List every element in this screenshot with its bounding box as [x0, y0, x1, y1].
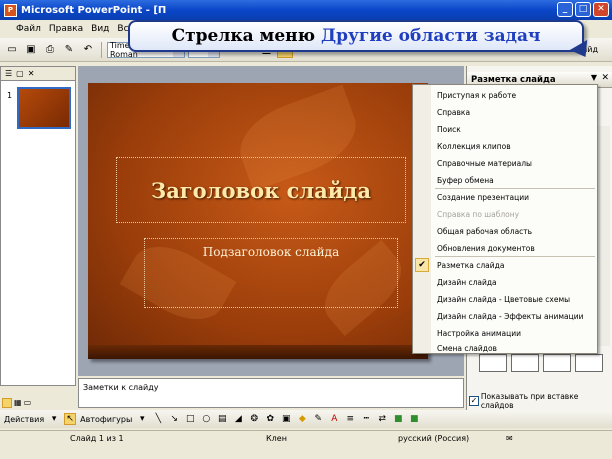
- menu-file[interactable]: Файл: [16, 24, 41, 34]
- minimize-button[interactable]: _: [557, 2, 573, 17]
- new-document-icon[interactable]: ▭: [4, 42, 20, 58]
- layout-option[interactable]: [511, 354, 539, 372]
- wordart-icon[interactable]: ◢: [232, 413, 244, 425]
- oval-icon[interactable]: ○: [200, 413, 212, 425]
- menu-item-new-presentation[interactable]: Создание презентации: [431, 189, 597, 205]
- dash-style-icon[interactable]: ┅: [360, 413, 372, 425]
- task-pane-scrollbar[interactable]: [596, 126, 610, 346]
- drawing-toolbar: Действия ▾ ↖ Автофигуры ▾ ╲ ↘ □ ○ ▤ ◢ ❂ …: [0, 410, 612, 428]
- show-on-insert-option[interactable]: ✓ Показывать при вставке слайдов: [469, 392, 612, 410]
- powerpoint-window: P Microsoft PowerPoint - [П _ □ ✕ Файл П…: [0, 0, 612, 459]
- chevron-down-icon[interactable]: ▾: [48, 413, 60, 425]
- view-buttons: ▦ ▭: [2, 398, 31, 408]
- pane-tabs: ☰ ▢ ✕: [1, 67, 75, 81]
- menu-item-research[interactable]: Справочные материалы: [431, 155, 597, 171]
- normal-view-icon[interactable]: [2, 398, 12, 408]
- callout-annotation: Стрелка меню Другие области задач: [128, 20, 584, 52]
- diagram-icon[interactable]: ❂: [248, 413, 260, 425]
- callout-highlight: Другие области задач: [321, 26, 541, 46]
- menu-item-slide-layout[interactable]: Разметка слайда: [431, 257, 597, 273]
- slides-tab-icon[interactable]: ▢: [16, 69, 24, 78]
- powerpoint-app-icon[interactable]: P: [4, 3, 17, 17]
- spelling-status-icon[interactable]: ✉: [506, 434, 513, 443]
- slide-sorter-icon[interactable]: ▦: [14, 398, 22, 408]
- close-icon[interactable]: ✕: [601, 73, 609, 83]
- actions-menu[interactable]: Действия: [4, 415, 44, 424]
- status-language: русский (Россия): [398, 434, 470, 443]
- close-button[interactable]: ✕: [593, 2, 609, 17]
- layout-option[interactable]: [479, 354, 507, 372]
- menu-item-template-help: Справка по шаблону: [437, 209, 520, 219]
- status-slide-info: Слайд 1 из 1: [70, 434, 124, 443]
- menu-item-document-updates[interactable]: Обновления документов: [431, 240, 597, 256]
- window-controls: _ □ ✕: [557, 2, 609, 17]
- menu-item-shared-workspace[interactable]: Общая рабочая область: [431, 223, 597, 239]
- arrow-icon[interactable]: ↘: [168, 413, 180, 425]
- show-on-insert-checkbox[interactable]: ✓: [469, 396, 479, 406]
- format-painter-icon[interactable]: ✎: [61, 42, 77, 58]
- layout-option[interactable]: [543, 354, 571, 372]
- slide-canvas[interactable]: Заголовок слайда Подзаголовок слайда: [88, 83, 428, 359]
- menu-item-search[interactable]: Поиск: [431, 121, 597, 137]
- notes-placeholder: Заметки к слайду: [83, 383, 159, 392]
- save-icon[interactable]: ▣: [23, 42, 39, 58]
- menu-view[interactable]: Вид: [91, 24, 109, 34]
- undo-icon[interactable]: ↶: [80, 42, 96, 58]
- slide-title-placeholder[interactable]: Заголовок слайда: [116, 157, 406, 223]
- menu-item-help[interactable]: Справка: [431, 104, 597, 120]
- line-color-icon[interactable]: ✎: [312, 413, 324, 425]
- menu-item-slide-design-animation-schemes[interactable]: Дизайн слайда - Эффекты анимации: [431, 308, 597, 324]
- 3d-icon[interactable]: ■: [408, 413, 420, 425]
- textbox-icon[interactable]: ▤: [216, 413, 228, 425]
- autoshapes-menu[interactable]: Автофигуры: [80, 415, 132, 424]
- fill-color-icon[interactable]: ◆: [296, 413, 308, 425]
- menu-item-custom-animation[interactable]: Настройка анимации: [431, 325, 597, 341]
- outline-tab-icon[interactable]: ☰: [5, 69, 12, 78]
- toolbar-separator: [101, 41, 102, 58]
- status-bar: Слайд 1 из 1 Клен русский (Россия) ✉: [0, 430, 612, 446]
- notes-pane[interactable]: Заметки к слайду: [78, 378, 464, 408]
- menu-edit[interactable]: Правка: [49, 24, 83, 34]
- menu-item-slide-transition[interactable]: Смена слайдов: [431, 342, 597, 354]
- print-icon[interactable]: ⎙: [42, 42, 58, 58]
- slide-thumbnail[interactable]: [17, 87, 71, 129]
- slide-show-icon[interactable]: ▭: [24, 398, 32, 408]
- slide-bottom-band: [88, 345, 428, 359]
- task-pane-dropdown-menu: Приступая к работе Справка Поиск Коллекц…: [412, 84, 598, 354]
- clipart-icon[interactable]: ✿: [264, 413, 276, 425]
- window-title: Microsoft PowerPoint - [П: [21, 4, 167, 16]
- font-color-icon[interactable]: A: [328, 413, 340, 425]
- menu-insert[interactable]: Вс: [117, 24, 128, 34]
- maximize-button[interactable]: □: [575, 2, 591, 17]
- menu-item-clip-art[interactable]: Коллекция клипов: [431, 138, 597, 154]
- show-on-insert-label: Показывать при вставке слайдов: [480, 392, 579, 410]
- menu-item-slide-design[interactable]: Дизайн слайда: [431, 274, 597, 290]
- checkmark-icon: ✔: [415, 258, 429, 272]
- callout-prefix: Стрелка меню: [171, 26, 316, 46]
- slide-number: 1: [7, 91, 13, 100]
- select-pointer-icon[interactable]: ↖: [64, 413, 77, 425]
- menu-item-clipboard[interactable]: Буфер обмена: [431, 172, 597, 188]
- task-pane-title: Разметка слайда: [471, 74, 556, 85]
- status-design-name: Клен: [266, 434, 287, 443]
- menu-gutter: [413, 85, 431, 353]
- menu-item-getting-started[interactable]: Приступая к работе: [431, 87, 597, 103]
- line-style-icon[interactable]: ≡: [344, 413, 356, 425]
- chevron-down-icon[interactable]: ▾: [136, 413, 148, 425]
- shadow-icon[interactable]: ■: [392, 413, 404, 425]
- close-icon[interactable]: ✕: [28, 69, 35, 78]
- line-icon[interactable]: ╲: [152, 413, 164, 425]
- layout-thumbnails: [479, 354, 607, 392]
- rectangle-icon[interactable]: □: [184, 413, 196, 425]
- menu-item-slide-design-color-schemes[interactable]: Дизайн слайда - Цветовые схемы: [431, 291, 597, 307]
- layout-option[interactable]: [575, 354, 603, 372]
- slides-pane: ☰ ▢ ✕ 1: [0, 66, 76, 386]
- other-task-panes-arrow-icon[interactable]: ▼: [591, 73, 597, 82]
- slide-subtitle-placeholder[interactable]: Подзаголовок слайда: [144, 238, 398, 308]
- arrow-style-icon[interactable]: ⇄: [376, 413, 388, 425]
- title-bar: P Microsoft PowerPoint - [П _ □ ✕: [0, 0, 612, 20]
- picture-icon[interactable]: ▣: [280, 413, 292, 425]
